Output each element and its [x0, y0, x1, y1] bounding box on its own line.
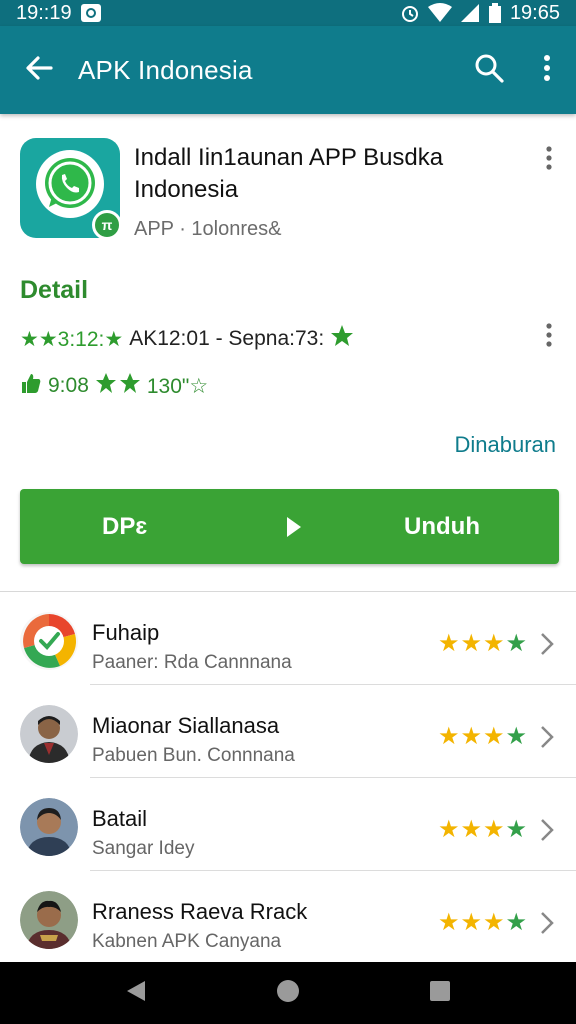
star-icon: ★: [483, 909, 505, 936]
list-item-subtitle: Kabnen APK Canyana: [92, 931, 282, 952]
nav-home-button[interactable]: [268, 973, 308, 1013]
app-badge-icon: π: [92, 210, 122, 240]
star-icon: ★: [505, 723, 528, 750]
download-label: Unduh: [404, 512, 480, 540]
system-nav-bar: [0, 962, 576, 1024]
detail-row1-text: AK12:01 - Sepna:73:: [129, 327, 325, 350]
whatsapp-logo-icon: [36, 150, 104, 218]
chevron-right-icon[interactable]: [540, 725, 554, 754]
status-time-right: 19:65: [509, 1, 560, 24]
star-icon: ★: [438, 630, 460, 657]
rating-stars: ★ ★ ★ ★: [438, 818, 527, 842]
chevron-right-icon[interactable]: [540, 632, 554, 661]
app-header: π Indall Iin1aunan APP Busdka Indonesia …: [0, 128, 576, 258]
wifi-icon: [427, 3, 452, 23]
back-arrow-icon: [24, 53, 54, 88]
list-item-title: Fuhaip: [92, 620, 160, 645]
star-icon: ★: [460, 630, 483, 657]
download-left-label: DPɛ: [102, 512, 148, 540]
list-item[interactable]: Fuhaip Paaner: Rda Cannnana ★ ★ ★ ★: [0, 592, 576, 685]
list-item-subtitle: Sangar Idey: [92, 838, 195, 859]
star-icon: ★: [483, 816, 505, 843]
rating-stars: ★ ★ ★ ★: [438, 632, 527, 656]
app-bar: APK Indonesia: [0, 26, 576, 114]
detail-row2-suffix: 130"☆: [146, 374, 209, 398]
avatar: [20, 705, 78, 763]
app-icon[interactable]: π: [20, 138, 122, 240]
battery-icon: [488, 3, 502, 23]
avatar: [20, 612, 78, 670]
status-time-left: 19::19: [16, 1, 72, 24]
avatar: [20, 891, 78, 949]
star-icon: ★: [505, 909, 528, 936]
list-item-title: Miaonar Siallanasa: [92, 713, 280, 738]
detail-heading: Detail: [20, 276, 89, 304]
search-icon: [474, 53, 504, 88]
thumbs-up-icon: [20, 372, 42, 400]
square-recents-icon: [429, 980, 451, 1007]
star-icon: [95, 372, 141, 400]
star-icon: ★: [483, 630, 505, 657]
list-item[interactable]: Batail Sangar Idey ★ ★ ★ ★: [0, 778, 576, 871]
more-vert-icon: [546, 145, 552, 175]
star-icon: ★: [438, 909, 460, 936]
overflow-menu-button[interactable]: [518, 26, 576, 114]
circle-home-icon: [276, 979, 300, 1008]
avatar: [20, 798, 78, 856]
alarm-icon: [400, 3, 420, 23]
detail-row1-prefix: ★★3:12:★: [20, 327, 124, 351]
play-icon: [286, 516, 302, 543]
detail-rating-row: ★★3:12:★ AK12:01 - Sepna:73:: [20, 324, 354, 354]
detail-more-button[interactable]: [534, 322, 564, 352]
chevron-right-icon[interactable]: [540, 911, 554, 940]
chevron-right-icon[interactable]: [540, 818, 554, 847]
star-icon: ★: [460, 816, 483, 843]
detail-stats-row: 9:08 130"☆: [20, 372, 208, 400]
star-icon: ★: [505, 816, 528, 843]
back-button[interactable]: [0, 26, 78, 114]
notification-icon: [80, 3, 102, 23]
star-icon: [330, 324, 354, 354]
star-icon: ★: [483, 723, 505, 750]
star-icon: ★: [438, 723, 460, 750]
download-button[interactable]: DPɛ Unduh: [20, 489, 559, 564]
more-vert-icon: [543, 54, 551, 86]
rating-stars: ★ ★ ★ ★: [438, 911, 527, 935]
list-item-title: Rraness Raeva Rrack: [92, 899, 308, 924]
nav-back-button[interactable]: [116, 973, 156, 1013]
review-list: Fuhaip Paaner: Rda Cannnana ★ ★ ★ ★ Miao…: [0, 592, 576, 964]
app-name: Indall Iin1aunan APP Busdka Indonesia: [134, 144, 444, 203]
triangle-back-icon: [125, 979, 147, 1008]
search-button[interactable]: [460, 26, 518, 114]
app-bar-title: APK Indonesia: [78, 54, 253, 85]
list-item-subtitle: Paaner: Rda Cannnana: [92, 652, 292, 673]
list-item-subtitle: Pabuen Bun. Connnana: [92, 745, 295, 766]
star-icon: ★: [460, 723, 483, 750]
detail-row2-text: 9:08: [48, 374, 89, 397]
star-icon: ★: [460, 909, 483, 936]
more-details-link[interactable]: Dinaburan: [454, 432, 556, 458]
signal-icon: [460, 3, 480, 23]
app-more-button[interactable]: [534, 142, 564, 178]
rating-stars: ★ ★ ★ ★: [438, 725, 527, 749]
app-subtitle: APP · 1olonres&: [134, 218, 282, 240]
status-bar: 19::19 19:65: [0, 0, 576, 26]
star-icon: ★: [505, 630, 528, 657]
nav-recents-button[interactable]: [420, 973, 460, 1013]
list-item-title: Batail: [92, 806, 148, 831]
star-icon: ★: [438, 816, 460, 843]
more-vert-icon: [546, 322, 552, 352]
list-item[interactable]: Rraness Raeva Rrack Kabnen APK Canyana ★…: [0, 871, 576, 964]
list-item[interactable]: Miaonar Siallanasa Pabuen Bun. Connnana …: [0, 685, 576, 778]
